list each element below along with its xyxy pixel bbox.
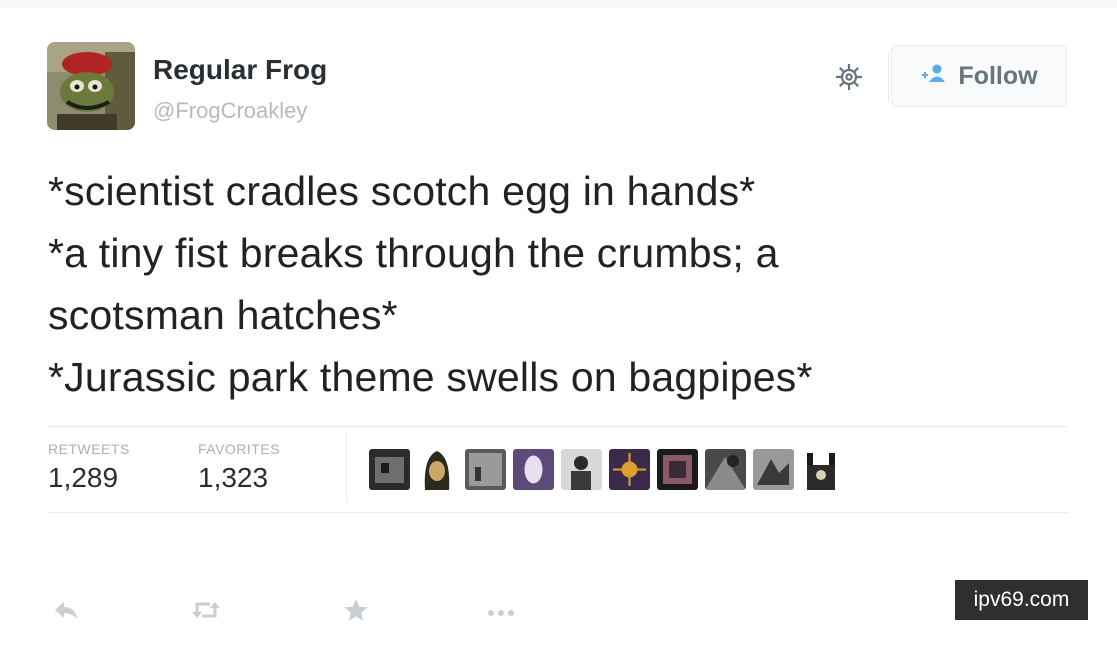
follow-label: Follow <box>958 61 1038 90</box>
watermark: ipv69.com <box>955 580 1088 620</box>
user-handle[interactable]: @FrogCroakley <box>153 98 307 124</box>
add-user-icon <box>920 62 948 91</box>
header-divider <box>888 52 889 102</box>
retweets-count: 1,289 <box>48 462 119 493</box>
favoriter-avatar[interactable] <box>513 449 554 490</box>
stats-divider-bottom <box>48 512 1068 513</box>
favoriter-avatar[interactable] <box>705 449 746 490</box>
avatar[interactable] <box>47 42 135 130</box>
retweets-label: RETWEETS <box>48 441 130 457</box>
tweet-line: scotsman hatches* <box>48 292 398 338</box>
favoriters-avatars <box>369 449 842 490</box>
favoriter-avatar[interactable] <box>465 449 506 490</box>
top-border <box>0 0 1117 8</box>
reply-icon[interactable] <box>52 598 80 627</box>
favoriter-avatar[interactable] <box>657 449 698 490</box>
favoriter-avatar[interactable] <box>561 449 602 490</box>
tweet-line: *Jurassic park theme swells on bagpipes* <box>48 354 813 400</box>
favorites-label: FAVORITES <box>198 441 281 457</box>
display-name[interactable]: Regular Frog <box>153 54 327 86</box>
tweet-line: *a tiny fist breaks through the crumbs; … <box>48 230 779 276</box>
more-icon[interactable] <box>486 605 516 623</box>
tweet-text: *scientist cradles scotch egg in hands* … <box>48 160 1098 408</box>
retweets-stat[interactable]: RETWEETS 1,289 <box>48 441 130 494</box>
favoriter-avatar[interactable] <box>753 449 794 490</box>
retweet-icon[interactable] <box>190 598 222 627</box>
stats-divider-top <box>48 426 1068 427</box>
favorite-star-icon[interactable] <box>343 597 369 628</box>
favoriter-avatar[interactable] <box>801 449 842 490</box>
tweet-line: *scientist cradles scotch egg in hands* <box>48 168 756 214</box>
favoriter-avatar[interactable] <box>609 449 650 490</box>
gear-icon[interactable] <box>833 61 865 93</box>
favorites-stat[interactable]: FAVORITES 1,323 <box>198 441 280 494</box>
follow-button[interactable]: Follow <box>891 45 1067 107</box>
stats-divider <box>346 432 347 502</box>
favoriter-avatar[interactable] <box>417 449 458 490</box>
favoriter-avatar[interactable] <box>369 449 410 490</box>
favorites-count: 1,323 <box>198 462 269 493</box>
